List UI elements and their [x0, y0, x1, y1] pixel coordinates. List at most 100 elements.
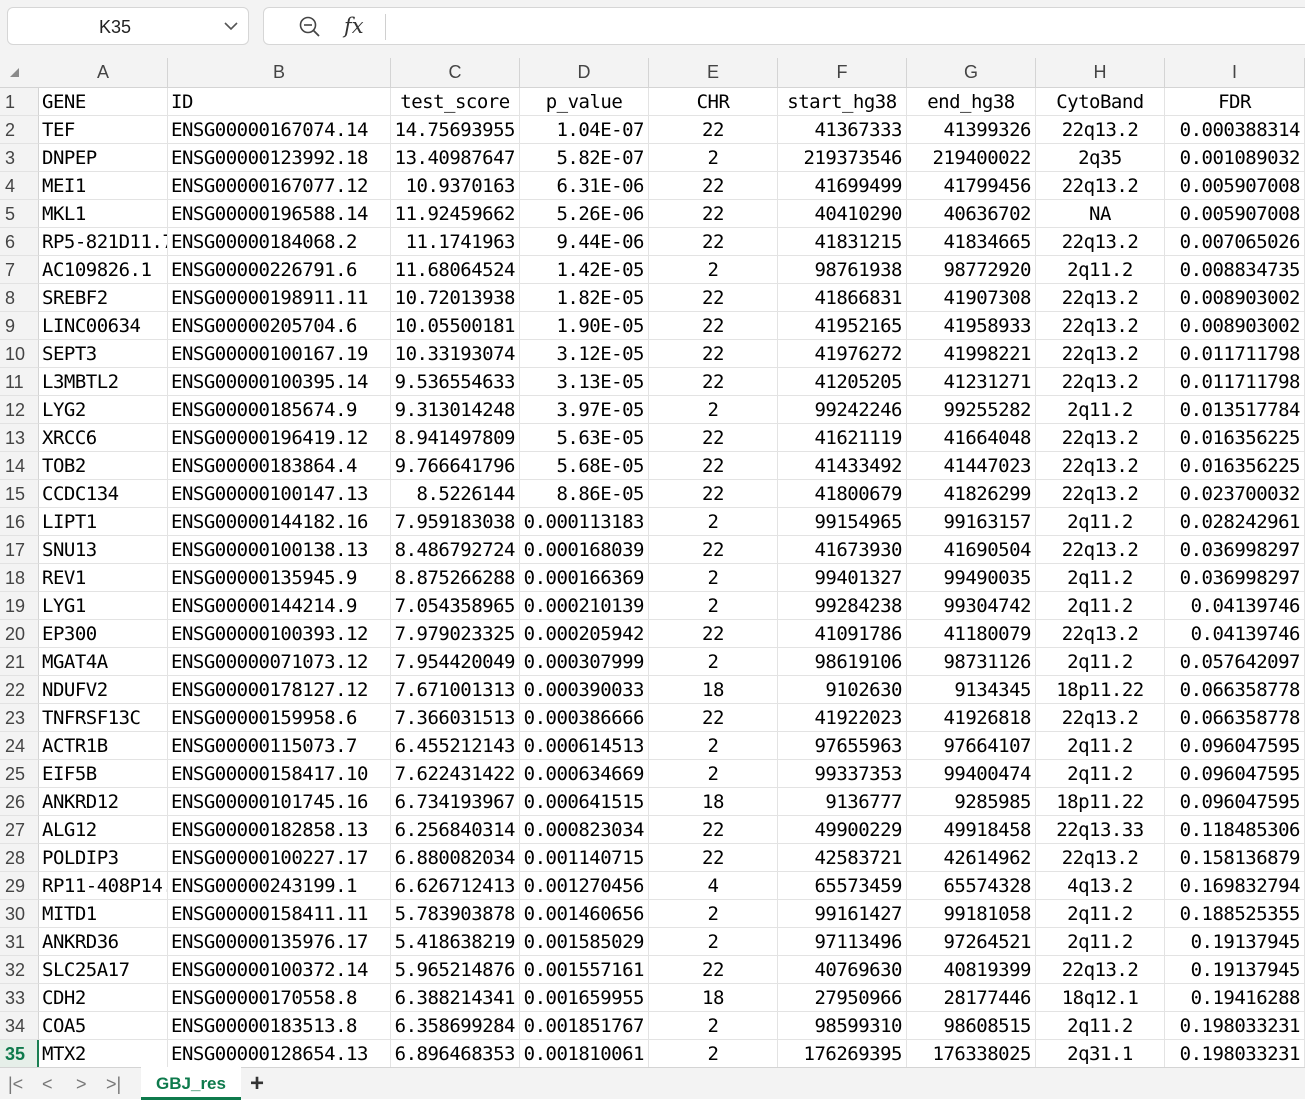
cell[interactable]: ENSG00000183864.4 [168, 452, 391, 480]
cell[interactable]: ENSG00000144182.16 [168, 508, 391, 536]
cell[interactable]: ENSG00000100393.12 [168, 620, 391, 648]
cell[interactable]: 0.013517784 [1165, 396, 1305, 424]
cell[interactable]: ENSG00000100138.13 [168, 536, 391, 564]
row-header[interactable]: 3 [0, 144, 39, 172]
cell[interactable]: 6.455212143 [391, 732, 520, 760]
cell[interactable]: 22q13.2 [1036, 284, 1165, 312]
cell[interactable]: 22 [649, 340, 778, 368]
cell[interactable]: 42614962 [907, 844, 1036, 872]
cell[interactable]: CDH2 [39, 984, 168, 1012]
row-header[interactable]: 17 [0, 536, 39, 564]
cell[interactable]: 0.000614513 [520, 732, 649, 760]
cell[interactable]: 0.001659955 [520, 984, 649, 1012]
first-sheet-icon[interactable]: |< [8, 1068, 23, 1100]
cell[interactable]: ENSG00000185674.9 [168, 396, 391, 424]
cell[interactable]: 99304742 [907, 592, 1036, 620]
cell[interactable]: 3.97E-05 [520, 396, 649, 424]
header-cell[interactable]: GENE [39, 88, 168, 116]
cell[interactable]: ENSG00000196419.12 [168, 424, 391, 452]
cell[interactable]: 22q13.2 [1036, 312, 1165, 340]
header-cell[interactable]: CytoBand [1036, 88, 1165, 116]
cell[interactable]: NDUFV2 [39, 676, 168, 704]
row-header[interactable]: 33 [0, 984, 39, 1012]
cell[interactable]: MTX2 [39, 1040, 168, 1067]
cell[interactable]: 27950966 [778, 984, 907, 1012]
cell[interactable]: 22 [649, 956, 778, 984]
cell[interactable]: 22q13.2 [1036, 172, 1165, 200]
cell[interactable]: SNU13 [39, 536, 168, 564]
cell[interactable]: 8.86E-05 [520, 480, 649, 508]
cell[interactable]: 0.057642097 [1165, 648, 1305, 676]
cell[interactable]: 41926818 [907, 704, 1036, 732]
cell[interactable]: 22 [649, 816, 778, 844]
cell[interactable]: RP5-821D11.7 [39, 228, 168, 256]
cell[interactable]: ENSG00000226791.6 [168, 256, 391, 284]
row-header[interactable]: 1 [0, 88, 39, 116]
cell[interactable]: 2q31.1 [1036, 1040, 1165, 1067]
cell[interactable]: 0.188525355 [1165, 900, 1305, 928]
cell[interactable]: 99154965 [778, 508, 907, 536]
cell[interactable]: MGAT4A [39, 648, 168, 676]
cell[interactable]: 3.12E-05 [520, 340, 649, 368]
cell[interactable]: 7.671001313 [391, 676, 520, 704]
column-header-f[interactable]: F [778, 58, 907, 87]
cell[interactable]: 7.622431422 [391, 760, 520, 788]
cell[interactable]: 2q11.2 [1036, 648, 1165, 676]
cell[interactable]: 2 [649, 396, 778, 424]
cell[interactable]: 22 [649, 620, 778, 648]
cell[interactable]: 2 [649, 256, 778, 284]
cell[interactable]: 40819399 [907, 956, 1036, 984]
cell[interactable]: 8.5226144 [391, 480, 520, 508]
cell[interactable]: ENSG00000178127.12 [168, 676, 391, 704]
cell[interactable]: 0.008834735 [1165, 256, 1305, 284]
cell[interactable]: 0.000205942 [520, 620, 649, 648]
cell[interactable]: 0.001270456 [520, 872, 649, 900]
cell[interactable]: 0.036998297 [1165, 564, 1305, 592]
cell[interactable]: 0.19416288 [1165, 984, 1305, 1012]
cell[interactable]: 42583721 [778, 844, 907, 872]
spreadsheet-grid[interactable]: ABCDEFGHI 1 GENE ID test_score p_value CHR sta… [0, 58, 1305, 1067]
cell[interactable]: POLDIP3 [39, 844, 168, 872]
cell[interactable]: 22q13.2 [1036, 228, 1165, 256]
cell[interactable]: 0.096047595 [1165, 760, 1305, 788]
cell[interactable]: 41091786 [778, 620, 907, 648]
cell[interactable]: MITD1 [39, 900, 168, 928]
row-header[interactable]: 13 [0, 424, 39, 452]
row-header[interactable]: 31 [0, 928, 39, 956]
row-header[interactable]: 11 [0, 368, 39, 396]
cell[interactable]: ENSG00000144214.9 [168, 592, 391, 620]
cell[interactable]: 0.023700032 [1165, 480, 1305, 508]
cell[interactable]: ENSG00000071073.12 [168, 648, 391, 676]
cell[interactable]: 41690504 [907, 536, 1036, 564]
cell[interactable]: ENSG00000101745.16 [168, 788, 391, 816]
cell[interactable]: 0.008903002 [1165, 312, 1305, 340]
cell[interactable]: 2 [649, 648, 778, 676]
header-cell[interactable]: start_hg38 [778, 88, 907, 116]
cell[interactable]: 6.734193967 [391, 788, 520, 816]
cell[interactable]: 41826299 [907, 480, 1036, 508]
cell[interactable]: 98608515 [907, 1012, 1036, 1040]
cell[interactable]: 99255282 [907, 396, 1036, 424]
cell[interactable]: 9.313014248 [391, 396, 520, 424]
cell[interactable]: 41399326 [907, 116, 1036, 144]
cell[interactable]: 99163157 [907, 508, 1036, 536]
cell[interactable]: 0.001089032 [1165, 144, 1305, 172]
row-header[interactable]: 24 [0, 732, 39, 760]
cell[interactable]: 1.82E-05 [520, 284, 649, 312]
cell[interactable]: 41922023 [778, 704, 907, 732]
cell[interactable]: 0.000166369 [520, 564, 649, 592]
cell[interactable]: 1.90E-05 [520, 312, 649, 340]
cell[interactable]: LYG2 [39, 396, 168, 424]
cell[interactable]: ENSG00000100227.17 [168, 844, 391, 872]
cell[interactable]: 0.000634669 [520, 760, 649, 788]
cell[interactable]: 9.44E-06 [520, 228, 649, 256]
cell[interactable]: 0.000113183 [520, 508, 649, 536]
cell[interactable]: 9134345 [907, 676, 1036, 704]
cell[interactable]: COA5 [39, 1012, 168, 1040]
row-header[interactable]: 27 [0, 816, 39, 844]
cell[interactable]: ENSG00000167074.14 [168, 116, 391, 144]
cell[interactable]: 0.04139746 [1165, 620, 1305, 648]
cell[interactable]: 41673930 [778, 536, 907, 564]
cell[interactable]: 6.880082034 [391, 844, 520, 872]
cell[interactable]: 13.40987647 [391, 144, 520, 172]
